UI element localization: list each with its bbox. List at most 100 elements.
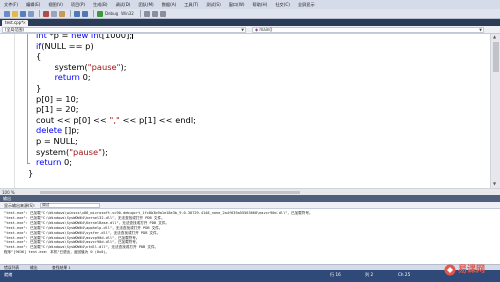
code-line: delete []p; bbox=[36, 125, 79, 136]
menu-item[interactable]: 生成(B) bbox=[93, 0, 108, 9]
chevron-down-icon: ▼ bbox=[241, 28, 244, 32]
code-token: return bbox=[36, 157, 62, 168]
toolbar-separator bbox=[93, 10, 94, 17]
code-line: return 0; bbox=[36, 157, 72, 168]
scope-dropdown[interactable]: (全局范围) ▼ bbox=[2, 27, 246, 33]
status-line: 行 16 bbox=[330, 272, 341, 277]
code-token: cout << p[0] << bbox=[36, 114, 110, 125]
menu-item[interactable]: 窗口(W) bbox=[229, 0, 245, 9]
code-token: ); bbox=[101, 146, 108, 157]
ide-window: 文件(F) 编辑(E) 视图(V) 项目(P) 生成(B) 调试(D) 团队(M) 数据(A)… bbox=[0, 0, 500, 282]
platform-select[interactable]: Win32 bbox=[121, 11, 134, 16]
function-dropdown[interactable]: ◆ main() ▼ bbox=[252, 27, 484, 33]
function-icon: ◆ bbox=[255, 27, 259, 32]
menu-item[interactable]: 帮助(H) bbox=[253, 0, 268, 9]
output-panel-header: 输出 bbox=[0, 195, 500, 202]
open-file-icon[interactable] bbox=[12, 10, 18, 17]
vertical-scroll-thumb[interactable] bbox=[493, 42, 499, 72]
code-token: << p[1] << endl; bbox=[119, 114, 196, 125]
new-project-icon[interactable] bbox=[4, 10, 10, 17]
code-line: if(NULL == p) bbox=[36, 41, 94, 52]
menu-item[interactable]: 社交(C) bbox=[275, 0, 290, 9]
menu-item[interactable]: 编辑(E) bbox=[26, 0, 40, 9]
save-all-icon[interactable] bbox=[28, 10, 34, 17]
toolbar-separator bbox=[139, 10, 141, 17]
code-line: cout << p[0] << "," << p[1] << endl; bbox=[36, 115, 196, 126]
horizontal-scrollbar[interactable]: 100 % bbox=[0, 188, 500, 195]
code-token: [1000]; bbox=[101, 34, 133, 40]
gutter-divider bbox=[14, 34, 15, 188]
code-editor[interactable]: int *p = new int[1000]; if(NULL == p){ sy… bbox=[0, 34, 490, 188]
status-ready: 就绪 bbox=[4, 272, 13, 277]
code-token: "," bbox=[109, 114, 120, 125]
menu-item[interactable]: 团队(M) bbox=[138, 0, 153, 9]
start-debug-icon[interactable] bbox=[97, 10, 103, 17]
code-line: p[0] = 10; bbox=[36, 94, 79, 105]
watermark-logo: 易课网 bbox=[444, 262, 485, 278]
code-line: int *p = new int[1000]; bbox=[36, 34, 134, 41]
code-line: system("pause"); bbox=[36, 147, 108, 158]
find-icon[interactable] bbox=[143, 10, 150, 17]
menu-item[interactable]: 视图(V) bbox=[48, 0, 63, 9]
scroll-up-icon[interactable]: ▲ bbox=[493, 35, 496, 39]
code-line: } bbox=[36, 83, 41, 94]
output-source-value: 调试 bbox=[42, 203, 50, 207]
properties-icon[interactable] bbox=[159, 10, 166, 17]
code-token: system( bbox=[36, 146, 70, 157]
code-token: (NULL == p) bbox=[41, 40, 94, 51]
menu-item[interactable]: 调试(D) bbox=[116, 0, 131, 9]
code-token: int bbox=[90, 34, 102, 40]
copy-icon[interactable] bbox=[51, 10, 57, 17]
code-token: { bbox=[36, 51, 42, 62]
undo-icon[interactable] bbox=[74, 10, 80, 17]
output-text[interactable]: "test.exe": 已加载"C:\Windows\winsxs\x86_mi… bbox=[0, 209, 500, 264]
output-toolbar: 显示输出来源(S): 调试 bbox=[0, 202, 500, 209]
horizontal-scroll-thumb[interactable] bbox=[40, 191, 300, 194]
code-token: return bbox=[54, 72, 80, 83]
outline-collapse-line bbox=[27, 34, 28, 163]
code-token: delete bbox=[36, 125, 63, 136]
cut-icon[interactable] bbox=[43, 10, 49, 17]
menu-item[interactable]: 项目(P) bbox=[71, 0, 85, 9]
code-token: } bbox=[36, 83, 42, 93]
toolbar-separator bbox=[70, 10, 71, 17]
config-select[interactable]: Debug bbox=[105, 11, 118, 16]
toolbar: Debug Win32 bbox=[0, 9, 500, 19]
menu-item[interactable]: 工具(T) bbox=[184, 0, 198, 9]
menu-item[interactable]: 测试(S) bbox=[206, 0, 220, 9]
save-icon[interactable] bbox=[20, 10, 26, 17]
code-line: p[1] = 20; bbox=[36, 104, 79, 115]
code-token: p[1] = 20; bbox=[36, 104, 79, 115]
code-token: "pause" bbox=[87, 61, 121, 72]
status-bar: 就绪 行 16 列 2 Ch 25 bbox=[0, 270, 500, 282]
menu-bar: 文件(F) 编辑(E) 视图(V) 项目(P) 生成(B) 调试(D) 团队(M) 数据(A)… bbox=[0, 0, 500, 9]
output-source-select[interactable]: 调试 bbox=[40, 203, 100, 208]
code-line: p = NULL; bbox=[36, 136, 78, 147]
vertical-scrollbar[interactable]: ▲ ▼ bbox=[490, 34, 500, 188]
scroll-down-icon[interactable]: ▼ bbox=[493, 182, 496, 186]
code-line: system("pause"); bbox=[44, 62, 127, 73]
solution-explorer-icon[interactable] bbox=[151, 10, 158, 17]
code-token: system( bbox=[44, 61, 88, 72]
code-token: p = NULL; bbox=[36, 136, 78, 146]
navigation-bar: (全局范围) ▼ ◆ main() ▼ bbox=[0, 26, 500, 34]
output-panel-title: 输出 bbox=[3, 196, 11, 201]
menu-item[interactable]: 文件(F) bbox=[4, 0, 18, 9]
menu-item[interactable]: 全屏显示 bbox=[298, 0, 315, 9]
status-char: Ch 25 bbox=[398, 272, 411, 277]
logo-text: 易课网 bbox=[458, 265, 486, 275]
code-token: 0; bbox=[79, 72, 91, 83]
function-value: main() bbox=[259, 27, 273, 32]
menu-item[interactable]: 数据(A) bbox=[162, 0, 177, 9]
code-token: } bbox=[28, 167, 34, 178]
code-token: p[0] = 10; bbox=[36, 93, 79, 104]
code-line: } bbox=[28, 168, 33, 179]
paste-icon[interactable] bbox=[59, 10, 65, 17]
redo-icon[interactable] bbox=[82, 10, 88, 17]
code-token: new bbox=[71, 34, 89, 40]
output-line: 程序"[9636] test.exe: 本机"已退出，返回值为 0 (0x0)。 bbox=[4, 250, 110, 255]
outline-collapse-end bbox=[27, 163, 30, 164]
toolbar-separator bbox=[39, 10, 40, 17]
scope-value: (全局范围) bbox=[5, 27, 25, 32]
